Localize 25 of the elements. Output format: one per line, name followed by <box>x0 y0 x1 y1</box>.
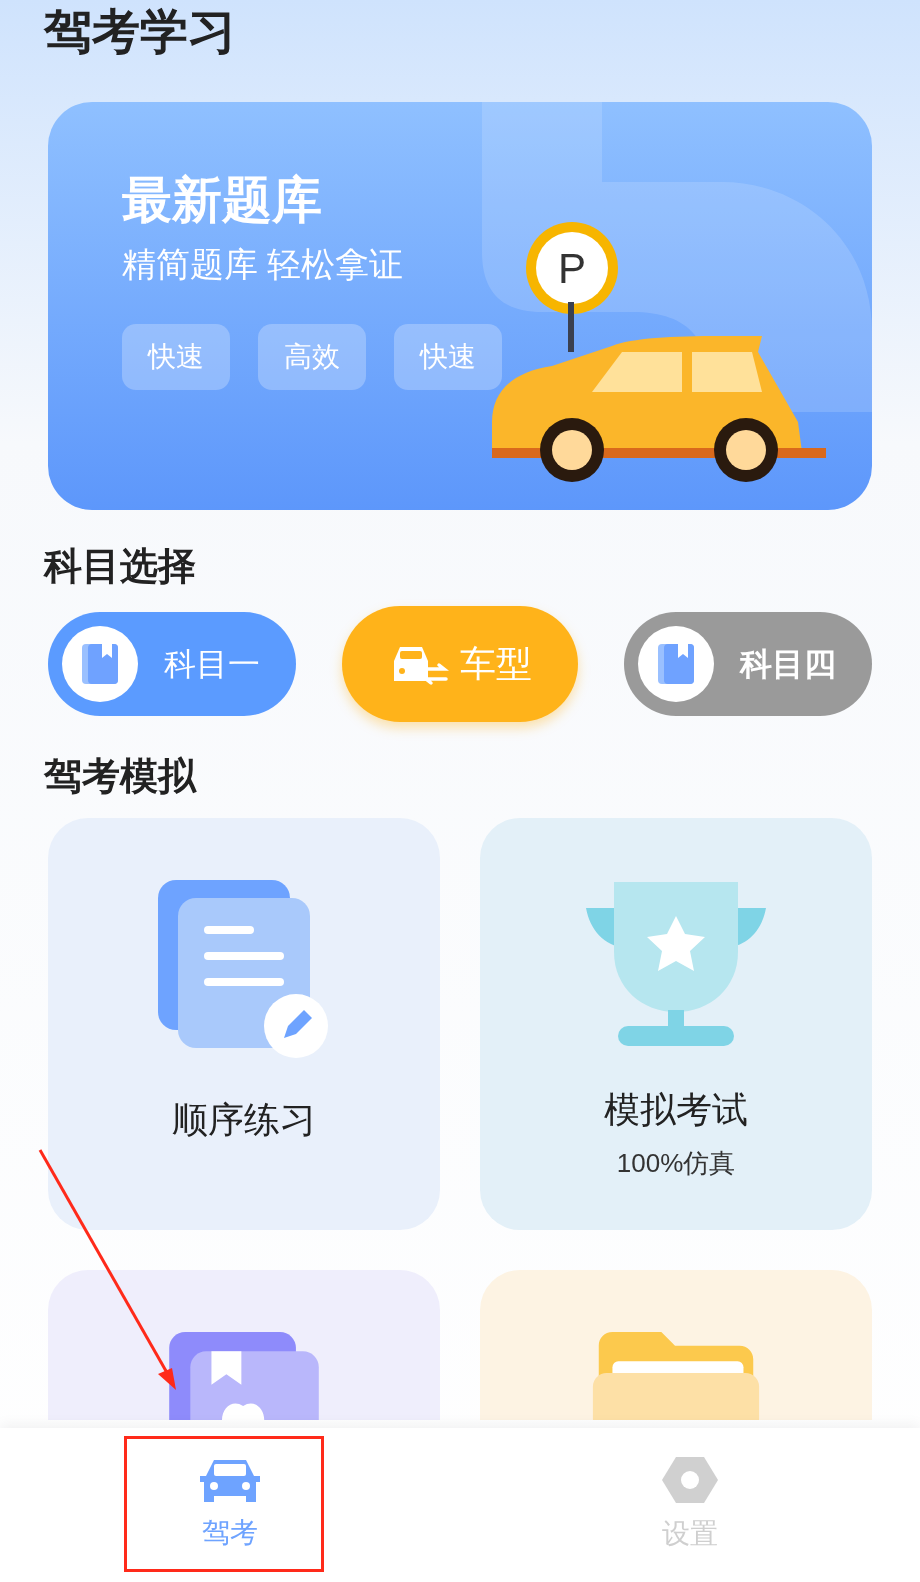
card-title: 模拟考试 <box>604 1088 748 1132</box>
document-edit-icon <box>158 880 330 1060</box>
banner-tag: 快速 <box>122 324 230 390</box>
settings-icon <box>662 1455 718 1505</box>
practice-card[interactable]: 顺序练习 <box>48 818 440 1230</box>
folder-icon <box>591 1332 761 1420</box>
banner-subtitle: 精简题库 轻松拿证 <box>122 244 404 285</box>
subject-option[interactable]: 车型 <box>342 606 578 722</box>
card-subtitle: 100%仿真 <box>616 1147 736 1180</box>
subject-option[interactable]: 科目一 <box>48 612 296 716</box>
parking-sign: P <box>526 222 618 314</box>
practice-card[interactable] <box>48 1270 440 1420</box>
practice-card[interactable]: 模拟考试 100%仿真 <box>480 818 872 1230</box>
practice-card[interactable] <box>480 1270 872 1420</box>
book-icon <box>80 642 120 686</box>
subject-option[interactable]: 科目四 <box>624 612 872 716</box>
page-title: 驾考学习 <box>44 4 236 60</box>
card-title: 顺序练习 <box>172 1098 316 1142</box>
section-title: 科目选择 <box>44 544 196 589</box>
section-title: 驾考模拟 <box>44 754 196 799</box>
banner-tag: 高效 <box>258 324 366 390</box>
banner-tag: 快速 <box>394 324 502 390</box>
banner-title: 最新题库 <box>122 171 322 230</box>
tab[interactable]: 驾考 <box>0 1428 460 1582</box>
book-icon <box>656 642 696 686</box>
